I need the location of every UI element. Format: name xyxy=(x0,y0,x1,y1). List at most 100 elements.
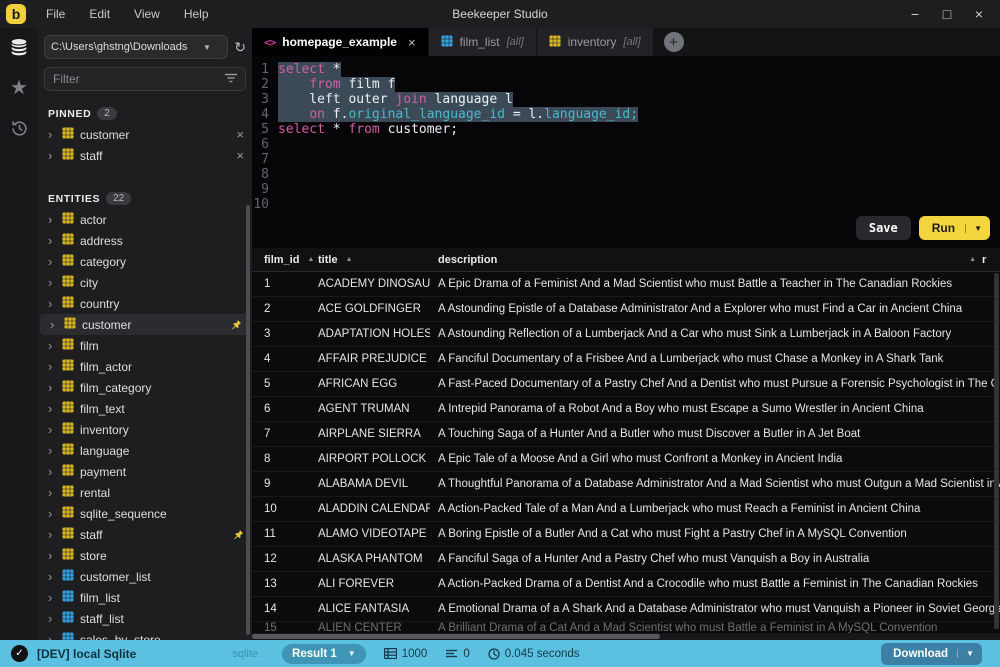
cell-title[interactable]: ALAMO VIDEOTAPE xyxy=(308,528,430,540)
table-row[interactable]: 6AGENT TRUMANA Intrepid Panorama of a Ro… xyxy=(252,397,1000,422)
code-line[interactable]: 8 xyxy=(252,167,1000,182)
table-row[interactable]: 14ALICE FANTASIAA Emotional Drama of a A… xyxy=(252,597,1000,622)
chevron-right-icon[interactable]: › xyxy=(48,234,56,247)
cell-description[interactable]: A Astounding Reflection of a Lumberjack … xyxy=(430,328,1000,340)
entity-filter-input[interactable]: Filter xyxy=(44,67,246,91)
chevron-right-icon[interactable]: › xyxy=(48,255,56,268)
result-selector[interactable]: Result 1 ▼ xyxy=(282,644,366,664)
chevron-right-icon[interactable]: › xyxy=(48,276,56,289)
tab-homepage_example[interactable]: <>homepage_example× xyxy=(252,28,429,56)
cell-film-id[interactable]: 5 xyxy=(252,378,308,390)
cell-film-id[interactable]: 14 xyxy=(252,603,308,615)
chevron-right-icon[interactable]: › xyxy=(48,213,56,226)
cell-title[interactable]: AIRPORT POLLOCK xyxy=(308,453,430,465)
cell-title[interactable]: ALADDIN CALENDAR xyxy=(308,503,430,515)
table-row[interactable]: 1ACADEMY DINOSAURA Epic Drama of a Femin… xyxy=(252,272,1000,297)
cell-title[interactable]: ALI FOREVER xyxy=(308,578,430,590)
chevron-right-icon[interactable]: › xyxy=(48,444,56,457)
chevron-right-icon[interactable]: › xyxy=(48,360,56,373)
results-horizontal-scrollbar[interactable] xyxy=(252,633,1000,640)
cell-film-id[interactable]: 1 xyxy=(252,278,308,290)
cell-title[interactable]: AIRPLANE SIERRA xyxy=(308,428,430,440)
chevron-right-icon[interactable]: › xyxy=(48,612,56,625)
chevron-right-icon[interactable]: › xyxy=(48,423,56,436)
table-row[interactable]: 11ALAMO VIDEOTAPEA Boring Epistle of a B… xyxy=(252,522,1000,547)
cell-description[interactable]: A Fanciful Saga of a Hunter And a Pastry… xyxy=(430,553,1000,565)
cell-film-id[interactable]: 13 xyxy=(252,578,308,590)
menu-file[interactable]: File xyxy=(34,7,77,21)
pinned-item-customer[interactable]: ›customer× xyxy=(38,124,252,145)
save-button[interactable]: Save xyxy=(856,216,911,240)
entity-row-film_text[interactable]: ›film_text xyxy=(38,398,252,419)
entity-row-staff_list[interactable]: ›staff_list xyxy=(38,608,252,629)
cell-title[interactable]: ADAPTATION HOLES xyxy=(308,328,430,340)
entity-row-staff[interactable]: ›staff xyxy=(38,524,252,545)
cell-title[interactable]: ACE GOLDFINGER xyxy=(308,303,430,315)
database-icon[interactable] xyxy=(7,36,31,60)
code-line[interactable]: 10 xyxy=(252,197,1000,212)
cell-description[interactable]: A Touching Saga of a Hunter And a Butler… xyxy=(430,428,1000,440)
chevron-right-icon[interactable]: › xyxy=(48,486,56,499)
column-header-film-id[interactable]: film_id▲ xyxy=(252,254,308,266)
table-row[interactable]: 7AIRPLANE SIERRAA Touching Saga of a Hun… xyxy=(252,422,1000,447)
chevron-right-icon[interactable]: › xyxy=(48,297,56,310)
entity-row-film_list[interactable]: ›film_list xyxy=(38,587,252,608)
refresh-icon[interactable]: ↻ xyxy=(234,39,246,56)
menu-edit[interactable]: Edit xyxy=(77,7,122,21)
cell-description[interactable]: A Fanciful Documentary of a Frisbee And … xyxy=(430,353,1000,365)
cell-description[interactable]: A Fast-Paced Documentary of a Pastry Che… xyxy=(430,378,1000,390)
cell-film-id[interactable]: 12 xyxy=(252,553,308,565)
table-row[interactable]: 4AFFAIR PREJUDICEA Fanciful Documentary … xyxy=(252,347,1000,372)
new-tab-button[interactable]: + xyxy=(664,32,684,52)
chevron-right-icon[interactable]: › xyxy=(48,507,56,520)
sidebar-scrollbar[interactable] xyxy=(246,205,250,635)
favorites-star-icon[interactable]: ★ xyxy=(7,76,31,100)
entity-row-inventory[interactable]: ›inventory xyxy=(38,419,252,440)
cell-title[interactable]: AGENT TRUMAN xyxy=(308,403,430,415)
code-line[interactable]: 1select * xyxy=(252,62,1000,77)
cell-film-id[interactable]: 11 xyxy=(252,528,308,540)
cell-title[interactable]: ALABAMA DEVIL xyxy=(308,478,430,490)
table-row[interactable]: 3ADAPTATION HOLESA Astounding Reflection… xyxy=(252,322,1000,347)
table-row[interactable]: 8AIRPORT POLLOCKA Epic Tale of a Moose A… xyxy=(252,447,1000,472)
cell-film-id[interactable]: 2 xyxy=(252,303,308,315)
database-select[interactable]: C:\Users\ghstng\Downloads ▼ xyxy=(44,35,228,59)
entity-row-actor[interactable]: ›actor xyxy=(38,209,252,230)
chevron-right-icon[interactable]: › xyxy=(48,570,56,583)
cell-title[interactable]: AFFAIR PREJUDICE xyxy=(308,353,430,365)
menu-help[interactable]: Help xyxy=(172,7,221,21)
chevron-right-icon[interactable]: › xyxy=(48,528,56,541)
results-vertical-scrollbar[interactable] xyxy=(994,273,999,629)
code-line[interactable]: 2 from film f xyxy=(252,77,1000,92)
cell-film-id[interactable]: 7 xyxy=(252,428,308,440)
entity-row-payment[interactable]: ›payment xyxy=(38,461,252,482)
chevron-right-icon[interactable]: › xyxy=(48,128,56,141)
chevron-right-icon[interactable]: › xyxy=(48,591,56,604)
entity-row-city[interactable]: ›city xyxy=(38,272,252,293)
sql-editor[interactable]: 1select *2 from film f3 left outer join … xyxy=(252,56,1000,248)
table-row[interactable]: 9ALABAMA DEVILA Thoughtful Panorama of a… xyxy=(252,472,1000,497)
cell-description[interactable]: A Intrepid Panorama of a Robot And a Boy… xyxy=(430,403,1000,415)
code-line[interactable]: 9 xyxy=(252,182,1000,197)
tab-close-icon[interactable]: × xyxy=(408,35,416,50)
minimize-button[interactable]: − xyxy=(904,6,926,22)
entity-row-customer_list[interactable]: ›customer_list xyxy=(38,566,252,587)
entity-row-sales_by_store[interactable]: ›sales_by_store xyxy=(38,629,252,640)
cell-film-id[interactable]: 10 xyxy=(252,503,308,515)
code-line[interactable]: 6 xyxy=(252,137,1000,152)
chevron-right-icon[interactable]: › xyxy=(48,339,56,352)
pin-icon[interactable] xyxy=(233,529,244,540)
table-row[interactable]: 2ACE GOLDFINGERA Astounding Epistle of a… xyxy=(252,297,1000,322)
cell-description[interactable]: A Action-Packed Drama of a Dentist And a… xyxy=(430,578,1000,590)
entity-row-country[interactable]: ›country xyxy=(38,293,252,314)
entity-row-film_category[interactable]: ›film_category xyxy=(38,377,252,398)
entity-row-store[interactable]: ›store xyxy=(38,545,252,566)
column-header-description[interactable]: description▲ xyxy=(430,254,982,266)
close-button[interactable]: × xyxy=(968,6,990,22)
run-button[interactable]: Run ▼ xyxy=(919,216,990,240)
cell-description[interactable]: A Epic Tale of a Moose And a Girl who mu… xyxy=(430,453,1000,465)
code-line[interactable]: 5select * from customer; xyxy=(252,122,1000,137)
cell-film-id[interactable]: 9 xyxy=(252,478,308,490)
maximize-button[interactable]: □ xyxy=(936,6,958,22)
entity-row-sqlite_sequence[interactable]: ›sqlite_sequence xyxy=(38,503,252,524)
